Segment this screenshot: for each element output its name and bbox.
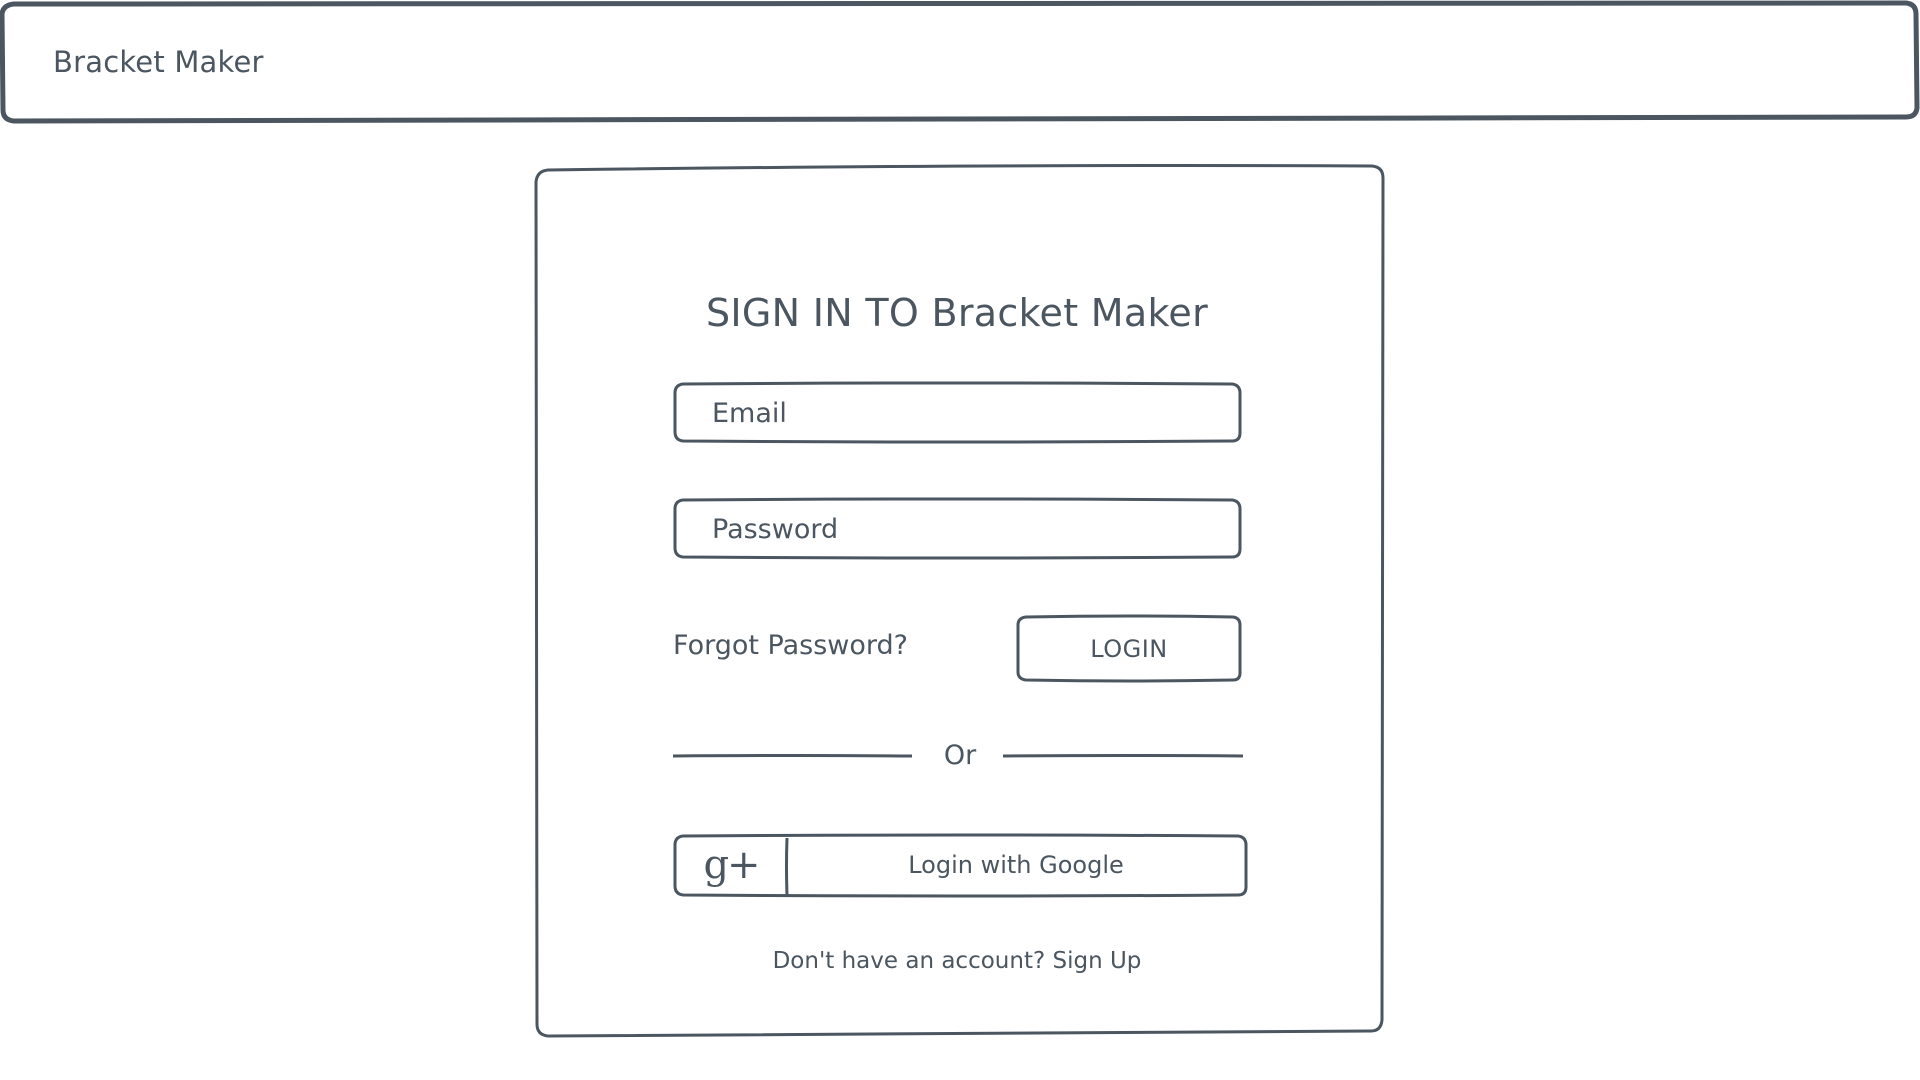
signup-link[interactable]: Sign Up	[1052, 948, 1141, 974]
app-brand: Bracket Maker	[53, 45, 264, 79]
google-plus-icon: g+	[703, 842, 760, 888]
signin-title: SIGN IN TO Bracket Maker	[706, 291, 1208, 335]
login-button[interactable]: LOGIN	[1018, 617, 1240, 681]
password-field[interactable]	[674, 500, 1240, 558]
divider-line-left	[672, 754, 913, 758]
signup-prompt: Don't have an account?	[772, 948, 1046, 974]
divider-or-label: Or	[943, 740, 977, 771]
google-login-label: Login with Google	[908, 851, 1124, 879]
forgot-password-link[interactable]: Forgot Password?	[673, 626, 908, 666]
divider-line-right	[1002, 754, 1244, 758]
page: Bracket Maker SIGN IN TO Bracket Maker F…	[0, 0, 1920, 1080]
email-field[interactable]	[674, 384, 1240, 442]
header-bar-outline	[0, 0, 1920, 124]
signup-prompt-row: Don't have an account? Sign Up	[536, 943, 1378, 979]
